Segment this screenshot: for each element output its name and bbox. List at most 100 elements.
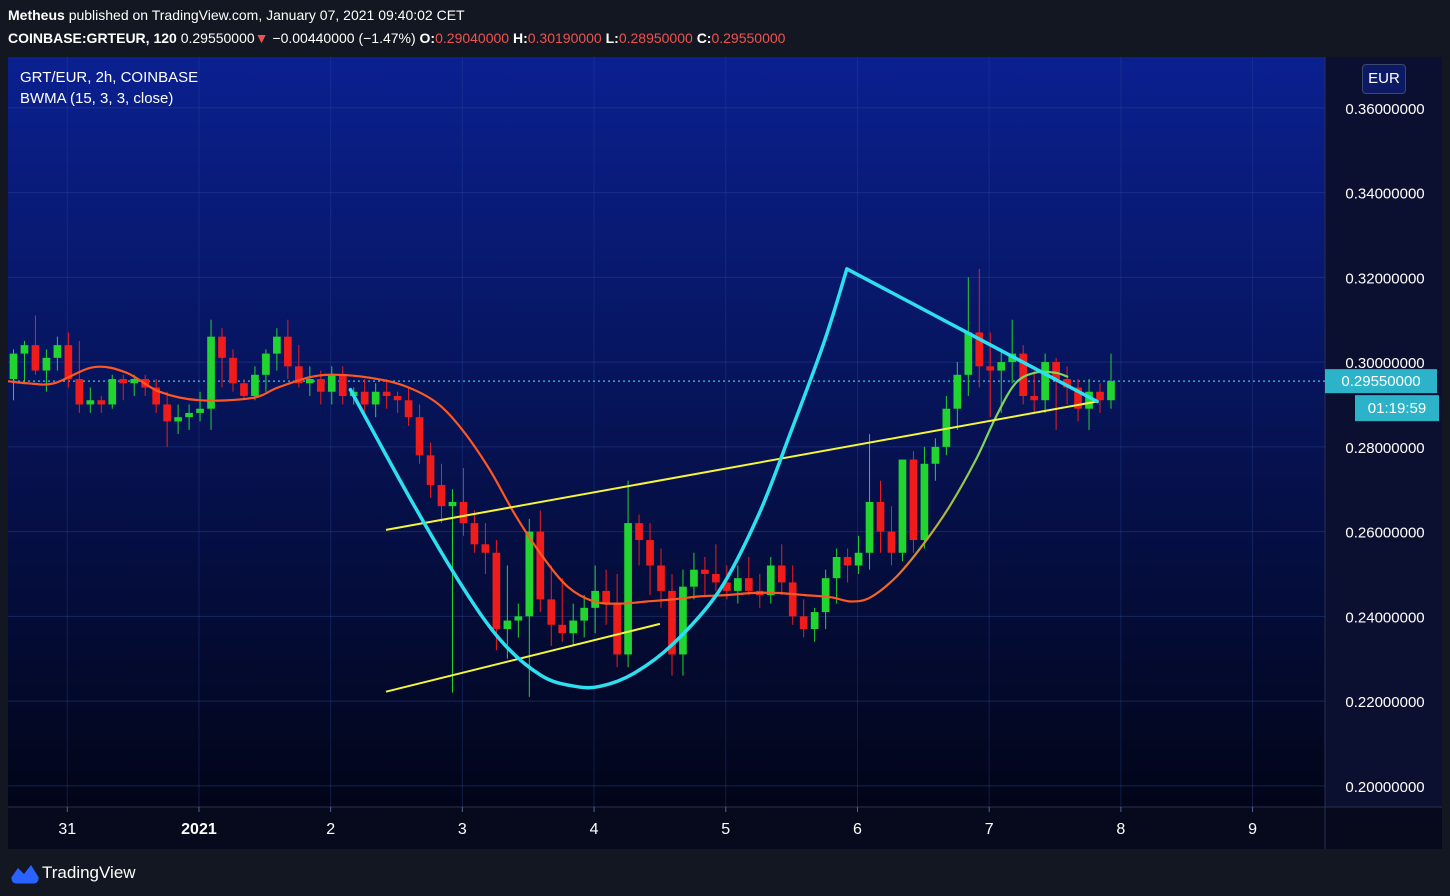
candle-body xyxy=(119,379,128,384)
price-tick-label: 0.20000000 xyxy=(1345,779,1424,796)
candle-body xyxy=(86,400,95,405)
time-tick-label: 8 xyxy=(1116,821,1125,838)
price-tick-label: 0.34000000 xyxy=(1345,186,1424,203)
candle-body xyxy=(174,417,182,422)
open-label: O: xyxy=(419,30,436,46)
candle-body xyxy=(777,565,786,583)
change-text: −0.00440000 (−1.47%) xyxy=(272,30,416,46)
candle-body xyxy=(459,501,468,524)
chart-legend: GRT/EUR, 2h, COINBASE BWMA (15, 3, 3, cl… xyxy=(20,67,198,109)
candle-body xyxy=(240,383,248,396)
candle-body xyxy=(733,578,742,591)
candle-body xyxy=(492,552,501,630)
candle-body xyxy=(426,455,435,485)
candle[interactable] xyxy=(909,451,918,553)
candle-body xyxy=(525,531,534,617)
candle-body xyxy=(437,484,446,507)
candle-body xyxy=(690,569,698,587)
candle-body xyxy=(404,400,413,418)
symbol-text: COINBASE:GRTEUR, 120 xyxy=(8,30,177,46)
low-label: L: xyxy=(605,30,619,46)
candle-body xyxy=(712,573,720,583)
candle-body xyxy=(42,357,51,371)
price-tick-label: 0.28000000 xyxy=(1345,440,1424,457)
legend-symbol[interactable]: GRT/EUR, 2h, COINBASE xyxy=(20,67,198,88)
ohlc-line: COINBASE:GRTEUR, 120 0.29550000 ▼ −0.0044… xyxy=(8,30,785,46)
candle-body xyxy=(646,540,654,566)
candle-body xyxy=(9,353,18,380)
candle-body xyxy=(262,353,270,375)
candle[interactable] xyxy=(108,374,117,409)
candle-body xyxy=(273,336,281,354)
publish-info: Metheus published on TradingView.com, Ja… xyxy=(8,7,465,23)
tradingview-logo-icon[interactable] xyxy=(10,862,40,884)
candle-body xyxy=(371,391,380,405)
currency-button[interactable]: EUR xyxy=(1362,64,1406,94)
candle-body xyxy=(360,391,369,405)
candle-body xyxy=(75,379,84,405)
time-tick-label: 2021 xyxy=(181,821,217,838)
time-tick-label: 5 xyxy=(721,821,730,838)
candle-body xyxy=(558,624,567,634)
candle-body xyxy=(108,379,117,405)
footer: TradingView xyxy=(0,852,1450,896)
candle[interactable] xyxy=(898,459,907,562)
close-label: C: xyxy=(696,30,712,46)
close-value: 0.29550000 xyxy=(711,30,786,46)
candle-body xyxy=(920,463,929,541)
candle-body xyxy=(898,459,907,553)
author-name[interactable]: Metheus xyxy=(8,7,65,23)
countdown-label: 01:19:59 xyxy=(1368,400,1426,417)
candle-body xyxy=(701,569,709,574)
candle-body xyxy=(130,379,139,384)
legend-indicator[interactable]: BWMA (15, 3, 3, close) xyxy=(20,88,198,109)
candle-body xyxy=(865,501,874,553)
candle-body xyxy=(843,557,852,566)
candle-body xyxy=(382,391,391,396)
open-value: 0.29040000 xyxy=(435,30,510,46)
low-value: 0.28950000 xyxy=(618,30,693,46)
tradingview-brand[interactable]: TradingView xyxy=(42,863,136,883)
candle-body xyxy=(788,582,797,617)
time-tick-label: 2 xyxy=(326,821,335,838)
time-tick-label: 6 xyxy=(853,821,862,838)
time-tick-label: 3 xyxy=(458,821,467,838)
candle-body xyxy=(470,523,479,545)
candle-body xyxy=(799,616,808,630)
candle-body xyxy=(251,374,259,396)
time-tick-label: 7 xyxy=(985,821,994,838)
candle-body xyxy=(218,336,226,358)
candle-body xyxy=(613,603,621,655)
candle-body xyxy=(393,395,402,401)
candle-body xyxy=(305,379,314,384)
candle-body xyxy=(207,336,215,409)
candle-body xyxy=(744,578,753,591)
candle-body xyxy=(64,345,73,380)
candle-body xyxy=(909,459,918,541)
candle-body xyxy=(657,565,665,591)
candle-body xyxy=(1030,395,1039,401)
candle-body xyxy=(986,366,995,371)
candle-body xyxy=(284,336,292,367)
candle-body xyxy=(536,531,545,600)
last-price-label: 0.29550000 xyxy=(1341,373,1420,390)
high-label: H: xyxy=(512,30,528,46)
time-tick-label: 9 xyxy=(1248,821,1257,838)
chart-header: Metheus published on TradingView.com, Ja… xyxy=(0,0,1450,54)
candle-body xyxy=(953,374,962,409)
candle-body xyxy=(229,357,237,384)
down-arrow-icon: ▼ xyxy=(254,30,269,46)
candle-body xyxy=(624,523,632,655)
candle-body xyxy=(415,417,424,456)
time-tick-label: 4 xyxy=(590,821,599,838)
candle-body xyxy=(931,446,940,464)
chart-area[interactable]: 0.36000000 0.34000000 0.32000000 0.30000000… xyxy=(8,57,1442,849)
candle-body xyxy=(448,501,457,507)
candle-body xyxy=(997,362,1006,371)
candle-body xyxy=(569,620,578,634)
candle-body xyxy=(20,345,29,354)
price-chart[interactable]: 0.360000000.340000000.320000000.30000000… xyxy=(8,57,1442,849)
published-text: published on TradingView.com, January 07… xyxy=(68,7,465,23)
candle-body xyxy=(591,590,600,608)
candle-body xyxy=(481,544,490,553)
